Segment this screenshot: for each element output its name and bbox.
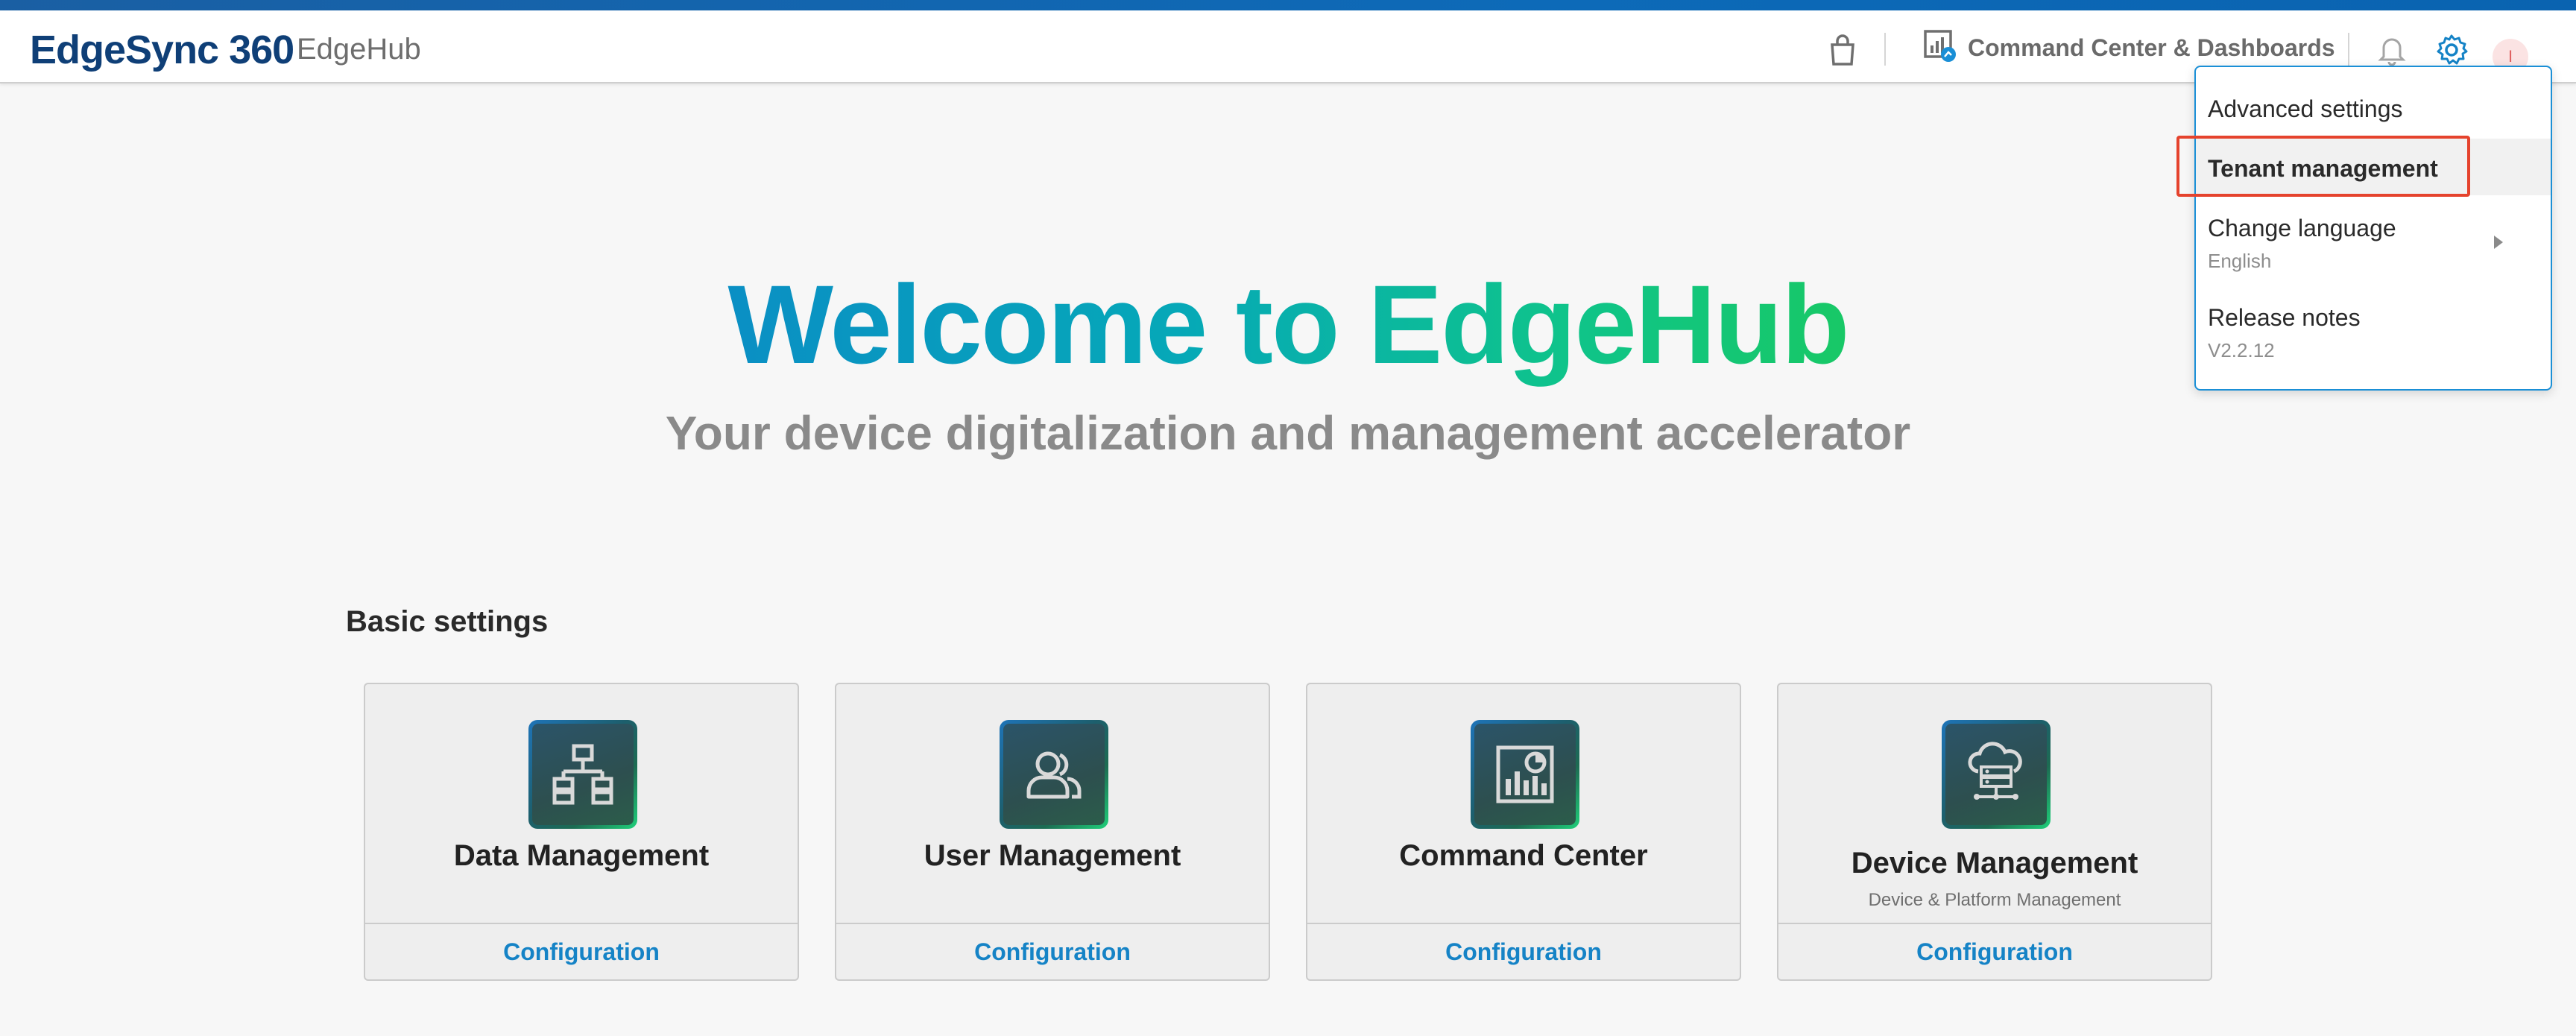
gear-icon[interactable] [2433, 31, 2470, 69]
dashboard-chart-icon [1471, 720, 1579, 829]
configuration-link[interactable]: Configuration [1916, 938, 2073, 966]
cloud-server-icon [1942, 720, 2051, 829]
command-center-link[interactable]: Command Center & Dashboards [1923, 25, 2335, 70]
configuration-link[interactable]: Configuration [1445, 938, 1602, 966]
settings-dropdown-menu: Advanced settings Tenant management Chan… [2194, 66, 2552, 391]
menu-item-advanced-settings[interactable]: Advanced settings [2196, 95, 2551, 123]
hierarchy-icon [528, 720, 637, 829]
basic-settings-heading: Basic settings [346, 605, 549, 638]
app-name: EdgeHub [297, 33, 421, 66]
submenu-arrow-icon [2494, 236, 2503, 249]
menu-item-release-notes[interactable]: Release notes V2.2.12 [2196, 304, 2551, 362]
card-title: Data Management [453, 839, 710, 872]
card-title: Device Management [1851, 847, 2138, 879]
dashboard-share-icon [1923, 29, 1957, 67]
highlight-annotation-box [2176, 136, 2470, 197]
header-separator [1884, 33, 1886, 66]
menu-item-label: Release notes [2208, 304, 2361, 331]
command-center-link-label: Command Center & Dashboards [1968, 34, 2335, 61]
configuration-link[interactable]: Configuration [503, 938, 660, 966]
release-version: V2.2.12 [2208, 339, 2275, 361]
data-management-card[interactable]: Data Management Configuration [364, 683, 799, 981]
top-accent-bar [0, 0, 2576, 10]
shopping-bag-icon[interactable] [1825, 33, 1860, 69]
menu-item-label: Advanced settings [2208, 95, 2403, 122]
app-header: EdgeSync 360 EdgeHub Command Center & Da… [0, 10, 2576, 83]
hero-subtitle: Your device digitalization and managemen… [665, 406, 1911, 460]
configuration-link[interactable]: Configuration [974, 938, 1131, 966]
card-title: Command Center [1399, 839, 1648, 872]
card-subtitle: Device & Platform Management [1868, 890, 2121, 910]
bell-icon[interactable] [2375, 33, 2409, 67]
card-footer: Configuration [1778, 923, 2211, 979]
user-management-card[interactable]: User Management Configuration [835, 683, 1270, 981]
card-footer: Configuration [1307, 923, 1740, 979]
brand-logo[interactable]: EdgeSync 360 [30, 27, 294, 73]
card-footer: Configuration [365, 923, 798, 979]
current-language: English [2208, 250, 2272, 272]
users-icon [1000, 720, 1108, 829]
device-management-card[interactable]: Device Management Device & Platform Mana… [1777, 683, 2212, 981]
card-title: User Management [924, 839, 1181, 872]
header-separator [2348, 33, 2349, 66]
card-footer: Configuration [836, 923, 1269, 979]
hero-title: Welcome to EdgeHub [727, 262, 1849, 387]
command-center-card[interactable]: Command Center Configuration [1306, 683, 1741, 981]
